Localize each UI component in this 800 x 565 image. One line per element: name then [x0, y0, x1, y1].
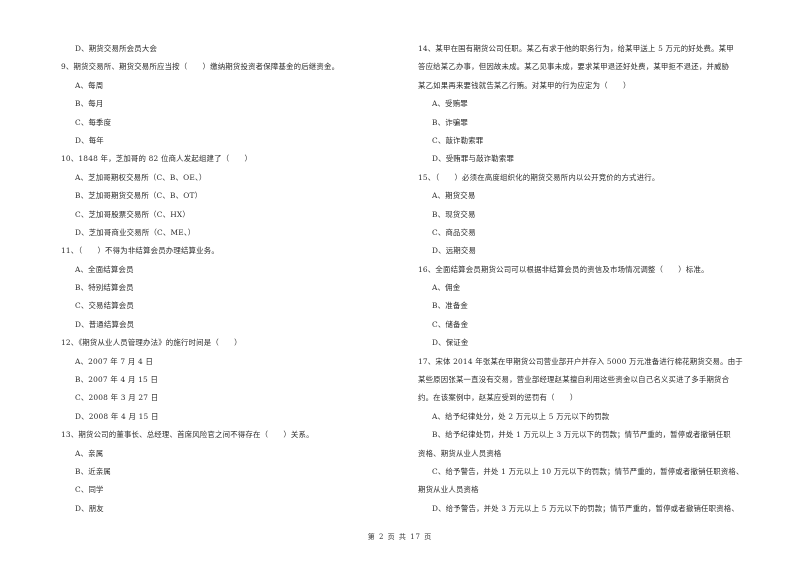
question-text: 11、（ ）不得为非结算会员办理结算业务。 — [61, 246, 219, 256]
answer-option: A、期货交易 — [432, 191, 476, 201]
question-text: 13、期货公司的董事长、总经理、首席风险官之间不得存在（ ）关系。 — [61, 430, 314, 440]
answer-option: A、每周 — [75, 80, 104, 90]
question-text: 17、宋体 2014 年张某在甲期货公司营业部开户并存入 5000 万元准备进行… — [418, 356, 743, 366]
answer-option: A、受贿罪 — [432, 99, 468, 109]
answer-option: D、朋友 — [75, 503, 104, 513]
question-text: 15、（ ）必须在高度组织化的期货交易所内以公开竞价的方式进行。 — [418, 172, 660, 182]
answer-option: C、储备金 — [432, 319, 469, 329]
answer-option: A、全面结算会员 — [75, 264, 134, 274]
answer-option: B、2007 年 4 月 15 日 — [75, 375, 159, 385]
question-text: 9、期货交易所、期货交易所应当按（ ）缴纳期货投资者保障基金的后继资金。 — [61, 62, 340, 72]
question-text: 资格、期货从业人员资格 — [418, 448, 502, 458]
question-text: 14、某甲在国有期货公司任职。某乙有求于他的职务行为，给某甲送上 5 万元的好处… — [418, 44, 734, 53]
answer-option: C、交易结算会员 — [75, 301, 134, 311]
answer-option: D、保证金 — [432, 338, 469, 348]
question-text: 某乙如果再来要钱就告某乙行贿。对某甲的行为应定为（ ） — [418, 80, 631, 90]
answer-option: D、给予警告，并处 3 万元以上 5 万元以下的罚款；情节严重的，暂停或者撤销任… — [432, 503, 739, 513]
answer-option: D、普通结算会员 — [75, 319, 135, 329]
answer-option: B、芝加哥期货交易所（C、B、OT） — [75, 191, 203, 201]
question-text: 期货从业人员资格 — [418, 485, 479, 495]
page-footer: 第 2 页 共 17 页 — [0, 532, 800, 542]
answer-option: C、敲诈勒索罪 — [432, 135, 484, 145]
question-text: 16、全面结算会员期货公司可以根据非结算会员的资信及市场情况调整（ ）标准。 — [418, 264, 709, 274]
question-text: 某些原因张某一直没有交易，营业部经理赵某擅自利用这些资金以自己名义买进了多手期货… — [418, 375, 730, 385]
question-text: 答应给某乙办事，但因故未成。某乙见事未成，要求某甲退还好处费，某甲拒不退还，并威… — [418, 62, 730, 72]
answer-option: C、同学 — [75, 485, 104, 495]
answer-option: C、2008 年 3 月 27 日 — [75, 393, 159, 403]
answer-option: D、芝加哥商业交易所（C、ME、） — [75, 227, 196, 237]
answer-option: B、准备金 — [432, 301, 468, 311]
answer-option: C、每季度 — [75, 117, 112, 127]
page-number: 第 2 页 共 17 页 — [367, 533, 433, 541]
answer-option: A、佣金 — [432, 283, 461, 293]
answer-option: B、现货交易 — [432, 209, 476, 219]
answer-option: D、期货交易所会员大会 — [75, 44, 158, 53]
question-text: 12、《期货从业人员管理办法》的施行时间是（ ） — [61, 338, 242, 348]
answer-option: D、受贿罪与敲诈勒索罪 — [432, 154, 515, 164]
question-text: 约。在该案例中，赵某应受到的惩罚有（ ） — [418, 393, 578, 403]
left-column: D、期货交易所会员大会 9、期货交易所、期货交易所应当按（ ）缴纳期货投资者保障基… — [61, 40, 401, 518]
answer-option: B、近亲属 — [75, 466, 111, 476]
answer-option: D、2008 年 4 月 15 日 — [75, 411, 159, 421]
answer-option: B、每月 — [75, 99, 104, 109]
answer-option: A、亲属 — [75, 448, 104, 458]
answer-option: B、诈骗罪 — [432, 117, 468, 127]
answer-option: B、给予纪律处罚，并处 1 万元以上 3 万元以下的罚款；情节严重的，暂停或者撤… — [432, 430, 731, 440]
answer-option: A、给予纪律处分，处 2 万元以上 5 万元以下的罚款 — [432, 411, 610, 421]
question-text: 10、1848 年，芝加哥的 82 位商人发起组建了（ ） — [61, 154, 253, 164]
answer-option: D、每年 — [75, 135, 104, 145]
answer-option: A、2007 年 7 月 4 日 — [75, 356, 154, 366]
answer-option: B、特别结算会员 — [75, 283, 134, 293]
answer-option: D、远期交易 — [432, 246, 477, 256]
right-column: 14、某甲在国有期货公司任职。某乙有求于他的职务行为，给某甲送上 5 万元的好处… — [418, 40, 763, 518]
answer-option: C、芝加哥股票交易所（C、HX） — [75, 209, 190, 219]
answer-option: A、芝加哥期权交易所（C、B、OE、） — [75, 172, 207, 182]
answer-option: C、商品交易 — [432, 227, 476, 237]
answer-option: C、给予警告，并处 1 万元以上 10 万元以下的罚款；情节严重的，暂停或者撤销… — [432, 466, 744, 476]
